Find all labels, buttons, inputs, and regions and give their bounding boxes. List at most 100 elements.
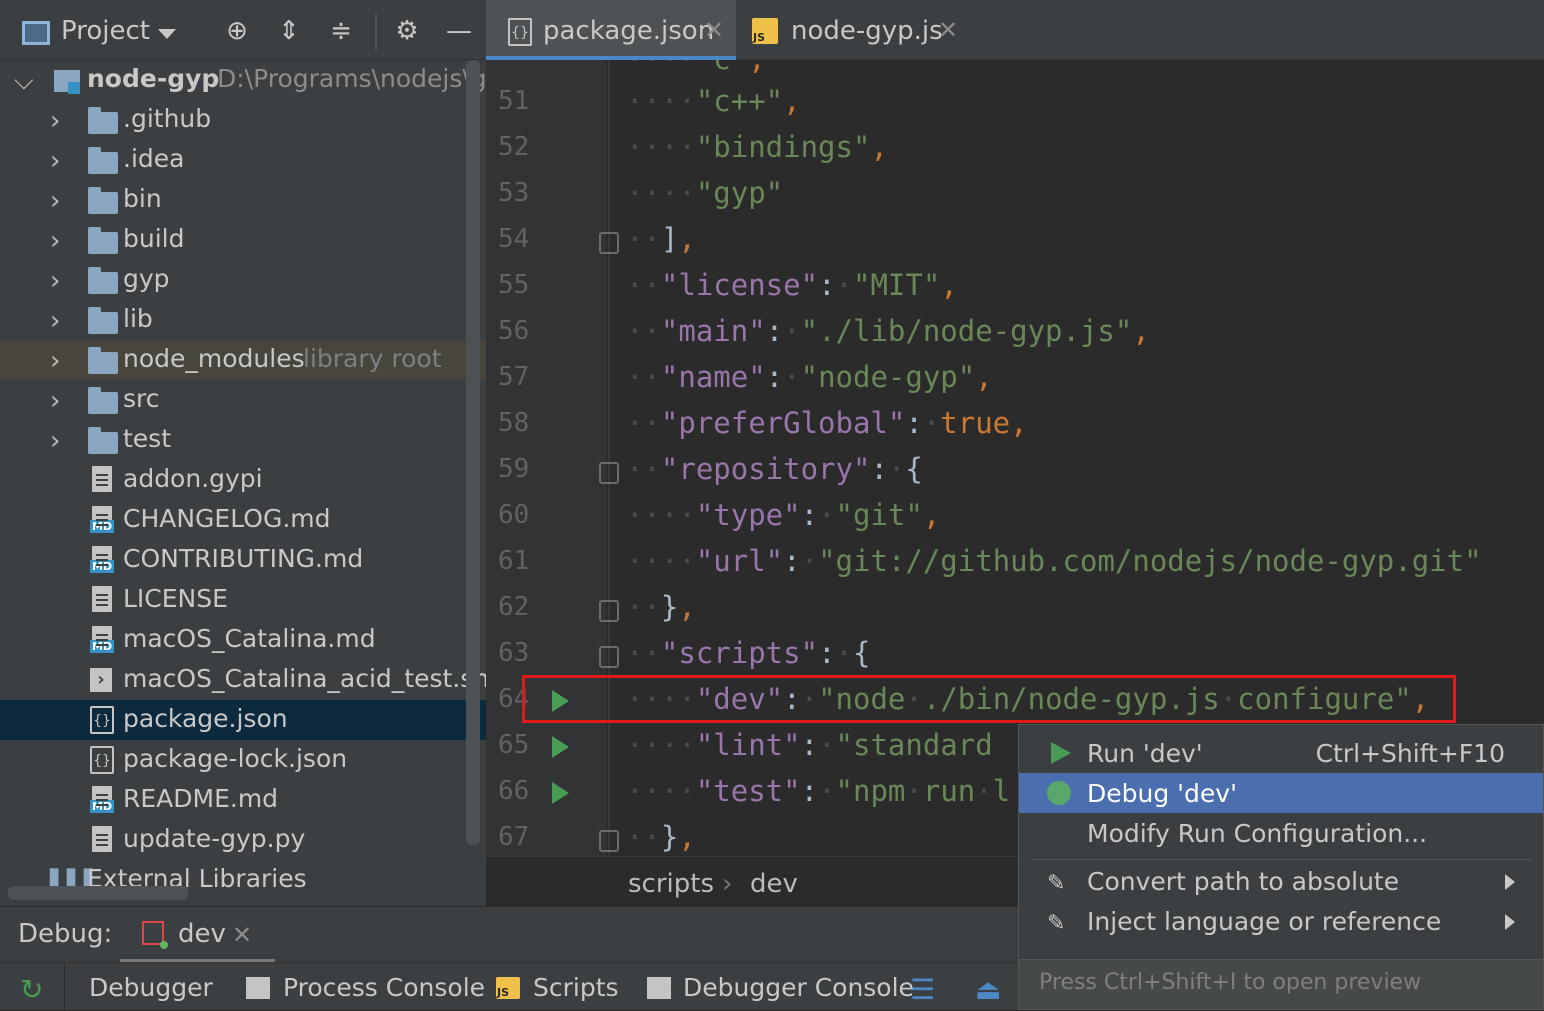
- toolbar-divider: [64, 963, 65, 1011]
- code-line-63: ··"scripts":·{: [626, 636, 871, 670]
- tree-item[interactable]: › macOS_Catalina_acid_test.sh: [0, 660, 486, 700]
- gutter-divider: [608, 60, 610, 856]
- folder-icon: [88, 427, 118, 454]
- markdown-file-icon: MD: [90, 626, 115, 653]
- tree-item[interactable]: › gyp: [0, 260, 486, 300]
- chevron-right-icon[interactable]: ›: [50, 186, 60, 216]
- chevron-down-icon[interactable]: ⌵: [14, 66, 34, 97]
- menu-item-convert-path[interactable]: ✎ Convert path to absolute: [1019, 861, 1543, 901]
- chevron-right-icon[interactable]: ›: [50, 266, 60, 296]
- menu-item-shortcut: Ctrl+Shift+F10: [1315, 739, 1505, 768]
- project-header: Project ⊕ ⇕ ≑ ⚙ —: [0, 0, 486, 60]
- code-line-66: ····"test":·"npm·run·l: [626, 774, 1011, 808]
- project-horizontal-scrollbar[interactable]: [8, 886, 188, 900]
- menu-lines-icon[interactable]: ☰: [910, 973, 935, 1006]
- tree-item-label: src: [123, 384, 160, 413]
- tree-item-label: macOS_Catalina_acid_test.sh: [123, 664, 486, 693]
- tree-item[interactable]: {} package.json: [0, 700, 486, 740]
- locate-icon[interactable]: ⊕: [222, 16, 252, 46]
- line-number: 51: [498, 86, 530, 116]
- fold-marker-icon[interactable]: [599, 462, 619, 484]
- code-line-59: ··"repository":·{: [626, 452, 923, 486]
- tab-node-gyp-js[interactable]: JS node-gyp.js ✕: [736, 0, 966, 60]
- folder-icon: [88, 147, 118, 174]
- collapse-all-icon[interactable]: ≑: [326, 16, 356, 46]
- code-line-54: ··],: [626, 222, 696, 256]
- tab-scripts[interactable]: Scripts: [533, 973, 619, 1002]
- tree-item[interactable]: › bin: [0, 180, 486, 220]
- chevron-right-icon[interactable]: ›: [50, 346, 60, 376]
- close-icon[interactable]: ✕: [232, 921, 252, 949]
- tree-item[interactable]: › .idea: [0, 140, 486, 180]
- chevron-down-icon[interactable]: [158, 29, 176, 39]
- markdown-file-icon: MD: [90, 546, 115, 573]
- tree-item[interactable]: update-gyp.py: [0, 820, 486, 860]
- menu-item-run[interactable]: Run 'dev' Ctrl+Shift+F10: [1019, 733, 1543, 773]
- code-line-65: ····"lint":·"standard: [626, 728, 993, 762]
- text-file-icon: [92, 466, 112, 492]
- code-line-partial: ····"c",: [626, 60, 766, 76]
- hide-icon[interactable]: —: [444, 16, 474, 46]
- menu-item-modify-config[interactable]: Modify Run Configuration...: [1019, 813, 1543, 853]
- tree-item[interactable]: addon.gypi: [0, 460, 486, 500]
- project-scrollbar[interactable]: [466, 60, 480, 845]
- run-script-icon[interactable]: [552, 736, 569, 758]
- close-icon[interactable]: ✕: [704, 16, 724, 44]
- chevron-right-icon[interactable]: ›: [50, 146, 60, 176]
- menu-item-inject-language[interactable]: ✎ Inject language or reference: [1019, 901, 1543, 941]
- tab-process-console[interactable]: Process Console: [283, 973, 485, 1002]
- chevron-right-icon[interactable]: ›: [50, 226, 60, 256]
- chevron-right-icon[interactable]: ›: [50, 106, 60, 136]
- rerun-icon[interactable]: ↻: [20, 973, 43, 1006]
- line-number: 58: [498, 408, 530, 438]
- tree-item-hint: library root: [303, 344, 442, 373]
- tab-package-json[interactable]: {} package.json ✕: [486, 0, 736, 60]
- fold-marker-icon[interactable]: [599, 232, 619, 254]
- tree-item[interactable]: MD CONTRIBUTING.md: [0, 540, 486, 580]
- menu-item-debug[interactable]: Debug 'dev': [1019, 773, 1543, 813]
- tree-item[interactable]: MD CHANGELOG.md: [0, 500, 486, 540]
- tree-item[interactable]: › .github: [0, 100, 486, 140]
- tree-item[interactable]: {} package-lock.json: [0, 740, 486, 780]
- tree-item[interactable]: › build: [0, 220, 486, 260]
- tree-item[interactable]: › test: [0, 420, 486, 460]
- breadcrumb-item-scripts[interactable]: scripts: [628, 869, 714, 899]
- expand-all-icon[interactable]: ⇕: [274, 16, 304, 46]
- tree-item[interactable]: › lib: [0, 300, 486, 340]
- tree-root[interactable]: ⌵ node-gyp D:\Programs\nodejs\gl: [0, 60, 486, 100]
- layout-icon[interactable]: ⏏: [975, 973, 1001, 1006]
- folder-icon: [88, 227, 118, 254]
- tab-debugger[interactable]: Debugger: [89, 973, 213, 1002]
- fold-marker-icon[interactable]: [599, 600, 619, 622]
- run-script-icon[interactable]: [552, 782, 569, 804]
- tree-item[interactable]: MD macOS_Catalina.md: [0, 620, 486, 660]
- tree-item[interactable]: › node_modules library root: [0, 340, 486, 380]
- chevron-right-icon[interactable]: ›: [50, 426, 60, 456]
- gear-icon[interactable]: ⚙: [392, 16, 422, 46]
- tree-item[interactable]: LICENSE: [0, 580, 486, 620]
- js-file-icon: JS: [752, 18, 778, 44]
- line-number: 61: [498, 546, 530, 576]
- tree-item-label: CONTRIBUTING.md: [123, 544, 364, 573]
- module-folder-icon: [54, 70, 80, 94]
- chevron-right-icon[interactable]: ›: [50, 386, 60, 416]
- line-number: 54: [498, 224, 530, 254]
- code-line-58: ··"preferGlobal":·true,: [626, 406, 1028, 440]
- breadcrumb-item-dev[interactable]: dev: [750, 869, 798, 899]
- project-view-selector[interactable]: Project: [61, 16, 150, 46]
- fold-marker-icon[interactable]: [599, 830, 619, 852]
- chevron-right-icon[interactable]: ›: [50, 306, 60, 336]
- close-icon[interactable]: ✕: [938, 16, 958, 44]
- bug-icon: [1047, 781, 1071, 805]
- folder-icon: [88, 107, 118, 134]
- submenu-arrow-icon: [1505, 914, 1515, 930]
- tab-debugger-console[interactable]: Debugger Console: [683, 973, 914, 1002]
- json-file-icon: {}: [90, 746, 114, 774]
- debug-session-tab[interactable]: dev ✕: [120, 907, 275, 963]
- tree-item[interactable]: MD README.md: [0, 780, 486, 820]
- fold-marker-icon[interactable]: [599, 646, 619, 668]
- tree-item[interactable]: › src: [0, 380, 486, 420]
- menu-footer-text: Press Ctrl+Shift+I to open preview: [1039, 970, 1422, 995]
- line-number: 63: [498, 638, 530, 668]
- root-name: node-gyp: [87, 64, 220, 93]
